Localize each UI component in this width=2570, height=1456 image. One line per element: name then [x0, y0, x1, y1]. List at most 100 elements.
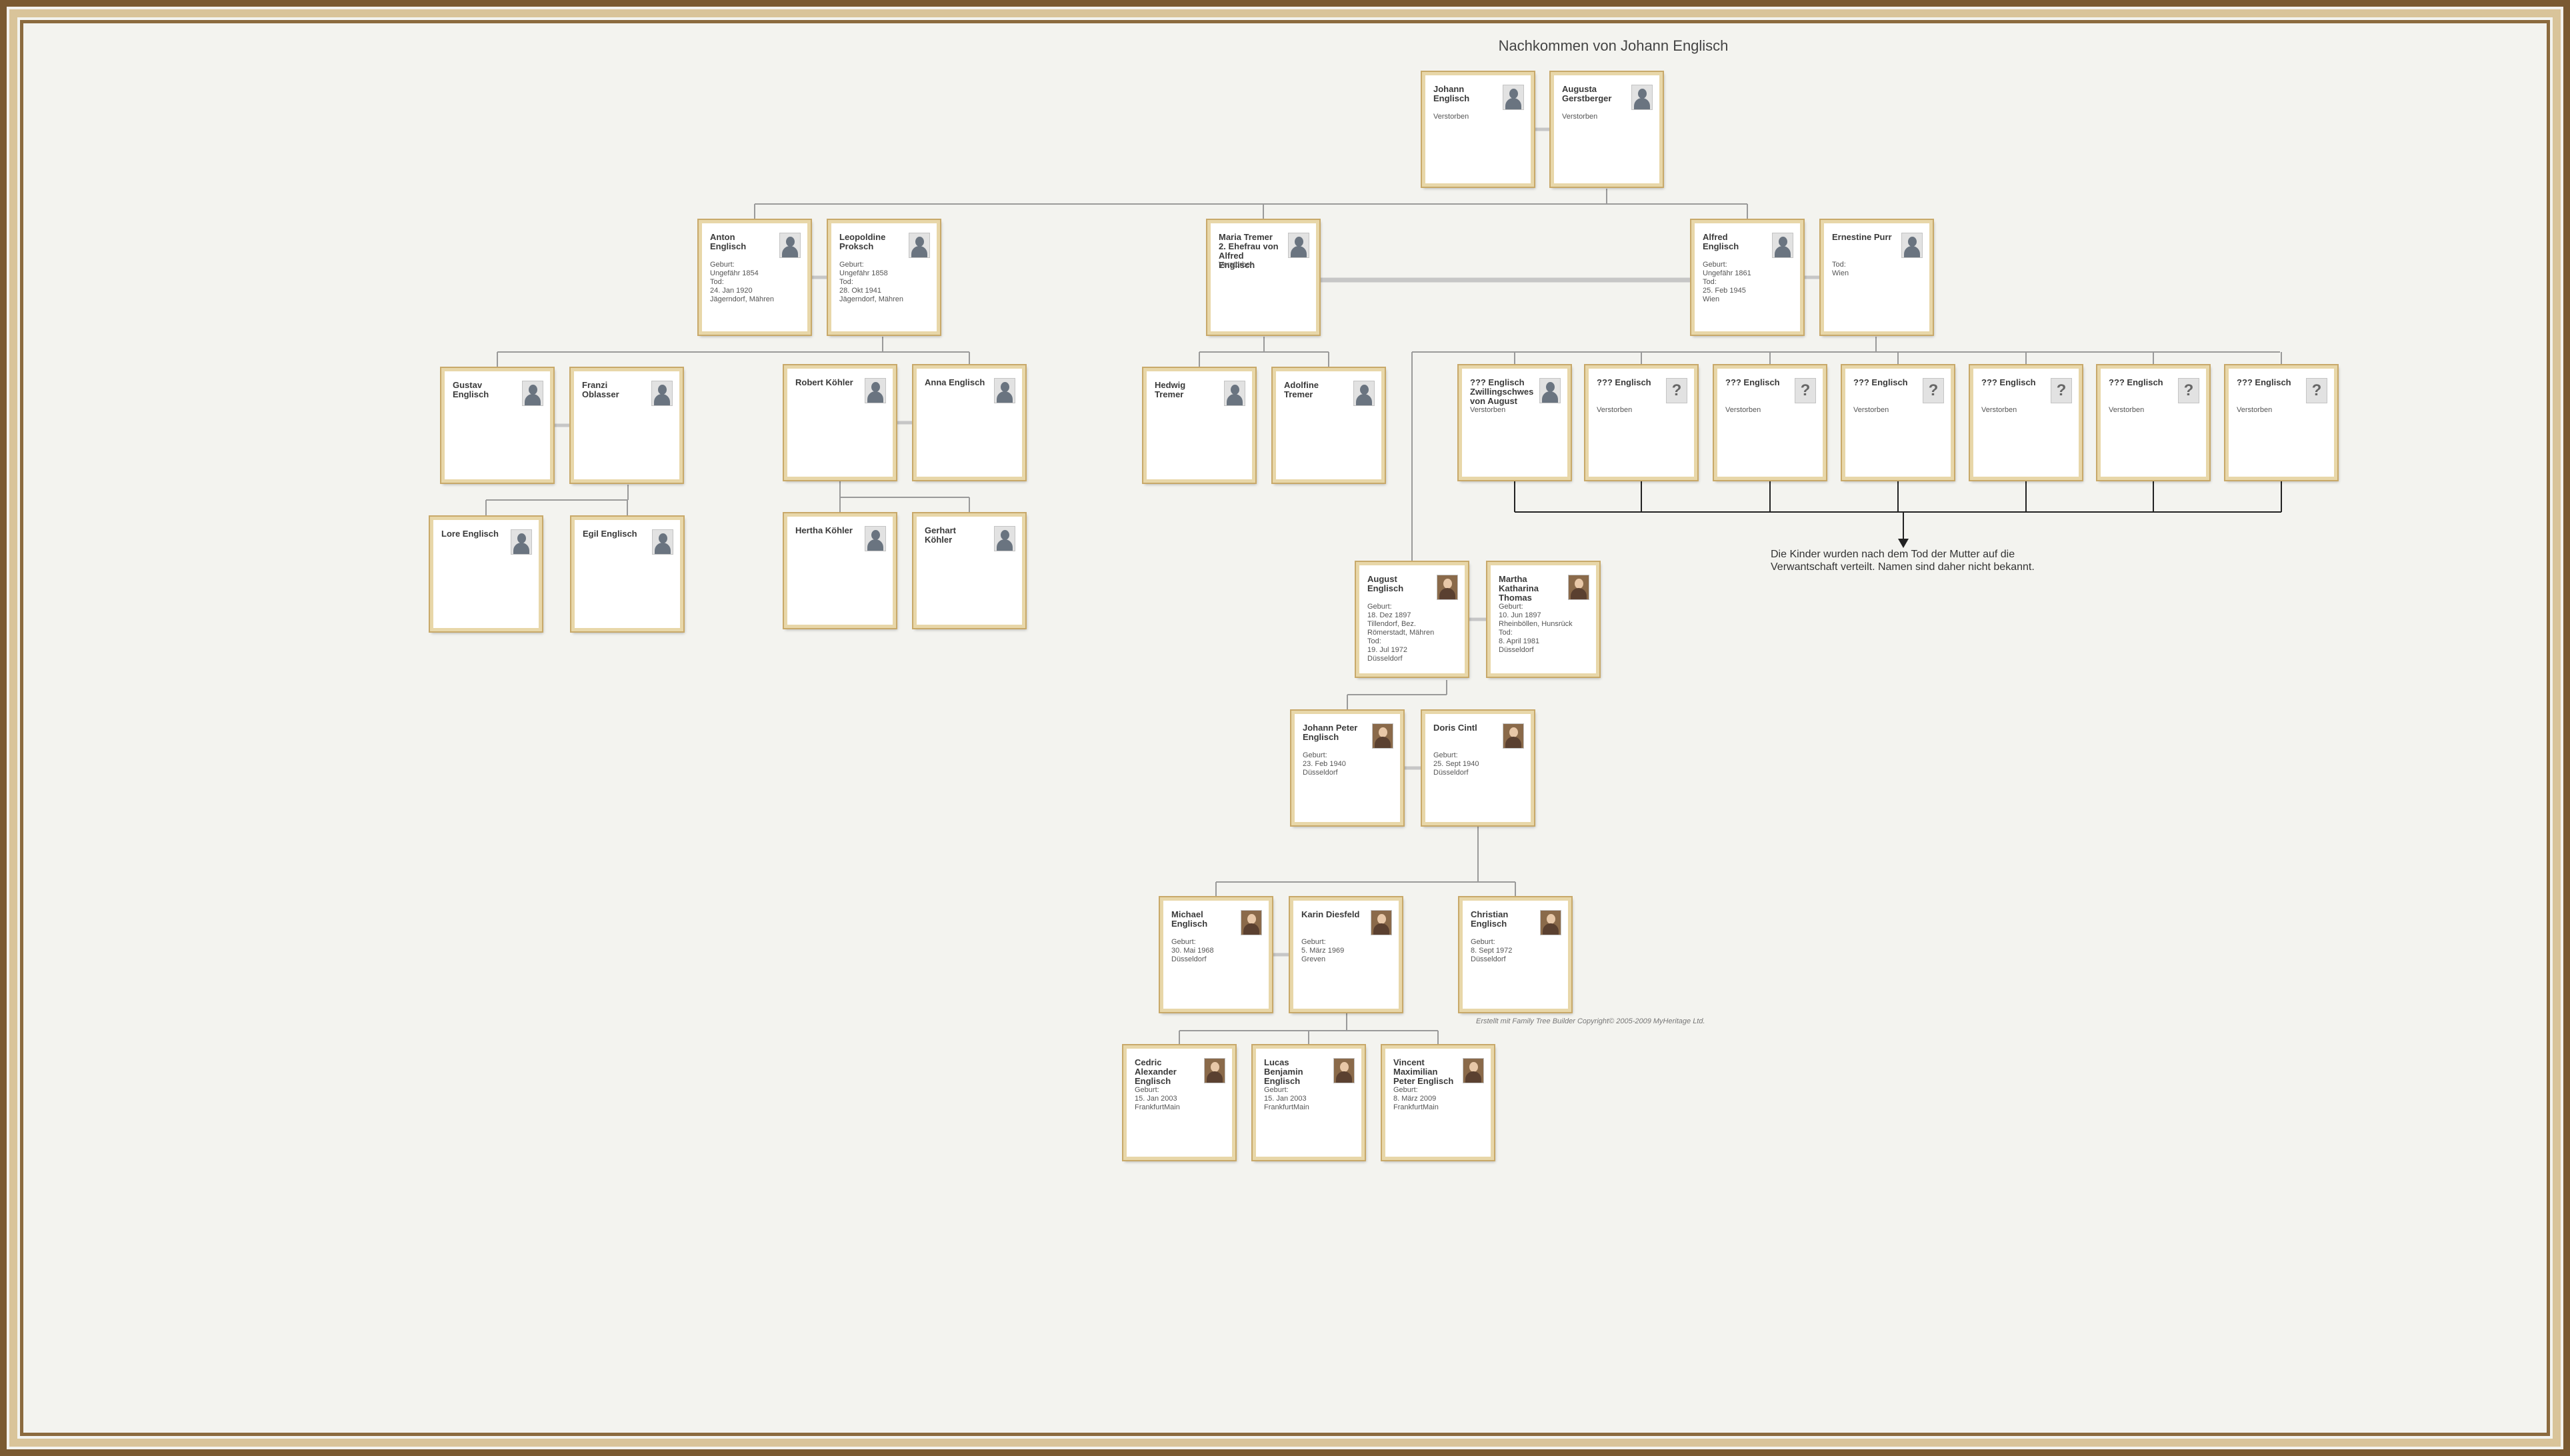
silhouette-icon — [994, 526, 1015, 551]
person-name: ??? Englisch — [1981, 377, 2036, 387]
silhouette-icon — [1503, 85, 1524, 110]
person-name: Martha Katharina Thomas — [1499, 574, 1539, 603]
person-card[interactable]: Hertha Köhler — [784, 513, 896, 628]
person-name: Hertha Köhler — [795, 525, 853, 535]
person-info: Geburt: 15. Jan 2003 FrankfurtMain — [1264, 1086, 1309, 1111]
person-name: Vincent Maximilian Peter Englisch — [1393, 1057, 1454, 1086]
person-card[interactable]: Robert Köhler — [784, 365, 896, 480]
person-card[interactable]: Alfred Englisch Geburt: Ungefähr 1861 Tod… — [1691, 220, 1803, 335]
photo-icon — [1204, 1058, 1225, 1083]
person-card[interactable]: Anna Englisch — [913, 365, 1025, 480]
person-name: Leopoldine Proksch — [839, 232, 886, 251]
silhouette-icon — [1224, 381, 1245, 406]
person-card[interactable]: Egil Englisch — [571, 517, 683, 631]
person-card[interactable]: Lore Englisch — [430, 517, 542, 631]
person-name: Lore Englisch — [441, 529, 499, 539]
person-card[interactable]: Lucas Benjamin Englisch Geburt: 15. Jan 2… — [1253, 1045, 1365, 1160]
person-card[interactable]: ??? Englisch? Verstorben — [1842, 365, 1954, 480]
person-name: ??? Englisch — [1853, 377, 1908, 387]
photo-icon — [1372, 723, 1393, 749]
silhouette-icon — [1288, 233, 1309, 258]
person-info: Verstorben — [1725, 406, 1761, 414]
person-name: August Englisch — [1367, 574, 1404, 593]
credit-text: Erstellt mit Family Tree Builder Copyrig… — [1476, 1017, 1705, 1025]
person-card[interactable]: Leopoldine Proksch Geburt: Ungefähr 1858 … — [828, 220, 940, 335]
person-info: Geburt: 8. Sept 1972 Düsseldorf — [1471, 938, 1513, 963]
person-card[interactable]: Franzi Oblasser — [571, 368, 683, 483]
person-info: Verstorben — [1981, 406, 2017, 414]
person-card[interactable]: ??? Englisch Zwillingschwes von August Ve… — [1459, 365, 1571, 480]
person-card[interactable]: Vincent Maximilian Peter Englisch Geburt:… — [1382, 1045, 1494, 1160]
person-name: Anton Englisch — [710, 232, 747, 251]
person-info: Verstorben — [2109, 406, 2145, 414]
person-info: Verstorben — [1470, 406, 1506, 414]
person-info: Geburt: 30. Mai 1968 Düsseldorf — [1171, 938, 1214, 963]
photo-icon — [1568, 575, 1589, 600]
person-name: Adolfine Tremer — [1284, 380, 1319, 399]
person-card[interactable]: Augusta Gerstberger Verstorben — [1551, 72, 1663, 187]
person-card[interactable]: Doris Cintl Geburt: 25. Sept 1940 Düsseld… — [1422, 711, 1534, 825]
person-card[interactable]: ??? Englisch? Verstorben — [1585, 365, 1697, 480]
silhouette-icon — [909, 233, 930, 258]
person-name: Robert Köhler — [795, 377, 853, 387]
person-info: Geburt: Ungefähr 1861 Tod: 25. Feb 1945 … — [1703, 261, 1751, 303]
photo-icon — [1463, 1058, 1484, 1083]
annotation-note: Die Kinder wurden nach dem Tod der Mutte… — [1771, 549, 2035, 573]
person-info: Geburt: 5. März 1969 Greven — [1301, 938, 1345, 963]
person-card[interactable]: Maria Tremer 2. Ehefrau von Alfred Engli… — [1207, 220, 1319, 335]
person-card[interactable]: August Englisch Geburt: 18. Dez 1897 Till… — [1356, 562, 1468, 677]
person-card[interactable]: Adolfine Tremer — [1273, 368, 1385, 483]
person-name: Karin Diesfeld — [1301, 909, 1360, 919]
person-info: Verstorben — [1853, 406, 1889, 414]
person-name: Ernestine Purr — [1832, 232, 1892, 242]
person-card[interactable]: Anton Englisch Geburt: Ungefähr 1854 Tod:… — [699, 220, 811, 335]
silhouette-icon — [779, 233, 801, 258]
photo-icon — [1503, 723, 1524, 749]
person-info: Tod: Wien — [1832, 261, 1849, 277]
person-card[interactable]: Christian Englisch Geburt: 8. Sept 1972 D… — [1459, 897, 1571, 1012]
person-card[interactable]: Johann Englisch Verstorben — [1422, 72, 1534, 187]
person-card[interactable]: Martha Katharina Thomas Geburt: 10. Jun 1… — [1487, 562, 1599, 677]
photo-icon — [1437, 575, 1458, 600]
person-card[interactable]: Hedwig Tremer — [1143, 368, 1255, 483]
person-card[interactable]: Michael Englisch Geburt: 30. Mai 1968 Düs… — [1160, 897, 1272, 1012]
person-card[interactable]: Cedric Alexander Englisch Geburt: 15. Jan… — [1123, 1045, 1235, 1160]
silhouette-icon — [652, 529, 673, 555]
silhouette-icon — [865, 526, 886, 551]
person-info: Verstorben — [1433, 113, 1469, 121]
question-icon: ? — [2051, 378, 2072, 403]
chart-title: Nachkommen von Johann Englisch — [1498, 37, 1729, 54]
person-card[interactable]: Johann Peter Englisch Geburt: 23. Feb 194… — [1291, 711, 1403, 825]
silhouette-icon — [1772, 233, 1793, 258]
person-card[interactable]: ??? Englisch? Verstorben — [1970, 365, 2082, 480]
person-name: Hedwig Tremer — [1155, 380, 1186, 399]
person-name: Johann Peter Englisch — [1303, 723, 1358, 742]
person-card[interactable]: ??? Englisch? Verstorben — [2225, 365, 2337, 480]
person-name: Lucas Benjamin Englisch — [1264, 1057, 1303, 1086]
silhouette-icon — [511, 529, 532, 555]
person-info: Geburt: Ungefähr 1854 Tod: 24. Jan 1920 … — [710, 261, 774, 303]
person-info: Verstorben — [1597, 406, 1633, 414]
person-info: Verstorben — [1219, 261, 1255, 269]
arrow-head — [1898, 539, 1909, 548]
person-name: Anna Englisch — [925, 377, 985, 387]
question-icon: ? — [2178, 378, 2199, 403]
photo-icon — [1540, 910, 1561, 935]
person-card[interactable]: ??? Englisch? Verstorben — [1714, 365, 1826, 480]
person-name: ??? Englisch — [1725, 377, 1780, 387]
silhouette-icon — [1353, 381, 1375, 406]
person-card[interactable]: Gustav Englisch — [441, 368, 553, 483]
question-icon: ? — [1923, 378, 1944, 403]
person-name: Cedric Alexander Englisch — [1135, 1057, 1177, 1086]
person-name: Johann Englisch — [1433, 84, 1470, 103]
person-card[interactable]: Gerhart Köhler — [913, 513, 1025, 628]
person-card[interactable]: Ernestine Purr Tod: Wien — [1821, 220, 1933, 335]
person-name: Michael Englisch — [1171, 909, 1208, 929]
photo-icon — [1371, 910, 1392, 935]
person-card[interactable]: Karin Diesfeld Geburt: 5. März 1969 Greve… — [1290, 897, 1402, 1012]
person-info: Geburt: 18. Dez 1897 Tillendorf, Bez. Rö… — [1367, 603, 1435, 663]
person-name: Gerhart Köhler — [925, 525, 956, 545]
silhouette-icon — [865, 378, 886, 403]
person-card[interactable]: ??? Englisch? Verstorben — [2097, 365, 2209, 480]
silhouette-icon — [1539, 378, 1561, 403]
